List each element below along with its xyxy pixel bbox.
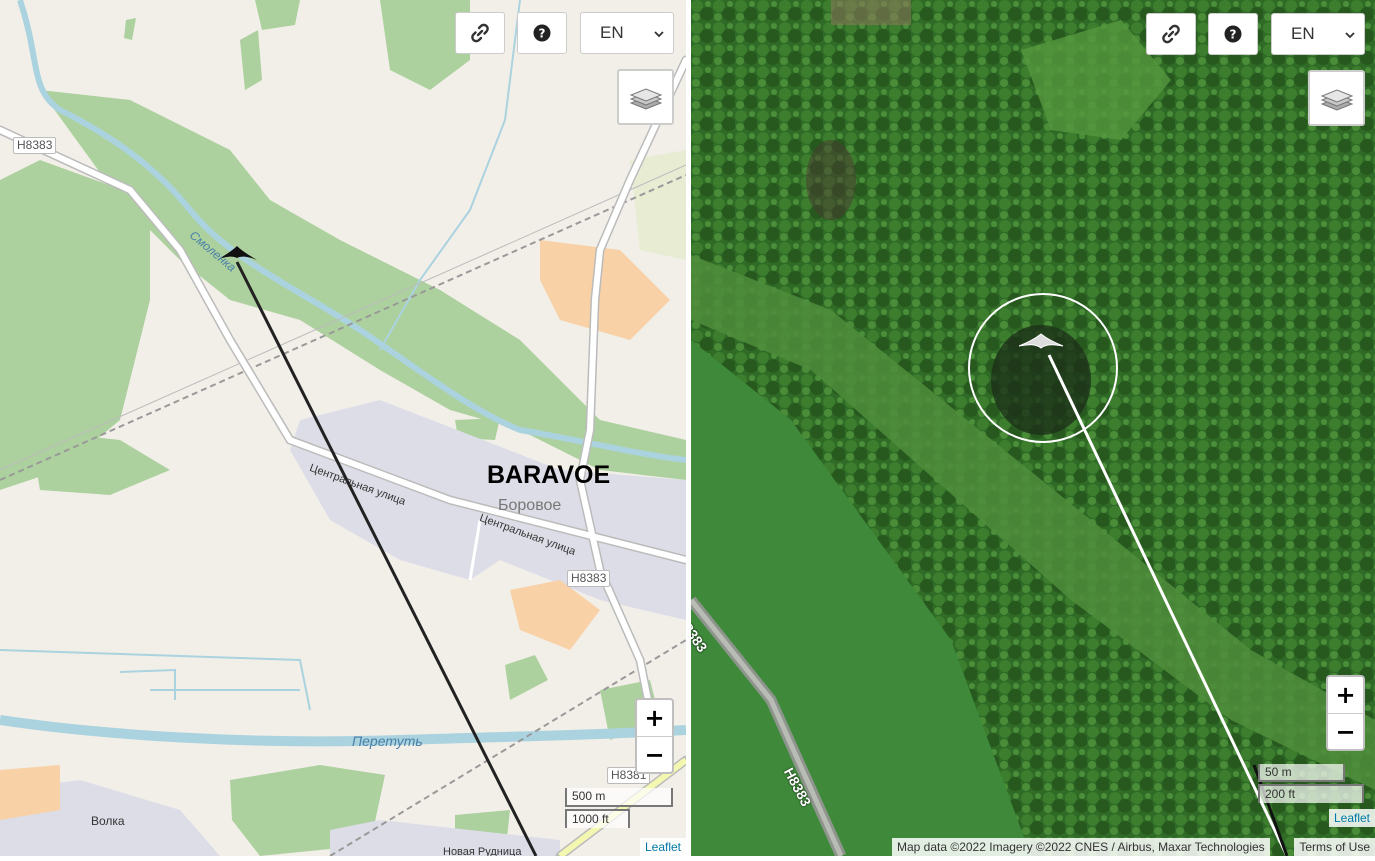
zoom-in-button[interactable]: + <box>637 700 672 737</box>
osm-map-canvas <box>0 0 686 856</box>
satellite-map-canvas <box>691 0 1375 856</box>
share-link-button[interactable] <box>1146 13 1196 55</box>
right-map[interactable]: Н8383 Н8383 ? EN + − 50 m 200 ft Leaflet… <box>691 0 1375 856</box>
layers-icon <box>629 88 662 110</box>
imagery-attribution: Map data ©2022 Imagery ©2022 CNES / Airb… <box>892 838 1270 856</box>
svg-text:?: ? <box>539 27 546 41</box>
place-label-english: BARAVOE <box>487 461 611 489</box>
river <box>0 715 686 747</box>
help-icon: ? <box>1224 25 1242 43</box>
scale-metric: 50 m <box>1258 764 1345 782</box>
leaflet-link[interactable]: Leaflet <box>1334 811 1370 825</box>
village-label: Волка <box>91 814 125 828</box>
road-badge: Н8383 <box>567 570 611 587</box>
terms-of-use-link[interactable]: Terms of Use <box>1299 840 1370 854</box>
attribution: Leaflet <box>1328 809 1375 827</box>
road-badge: Н8383 <box>13 137 57 154</box>
zoom-in-button[interactable]: + <box>1328 677 1363 714</box>
scale-imperial: 200 ft <box>1258 784 1364 803</box>
zoom-control: + − <box>635 698 674 774</box>
layers-button[interactable] <box>1308 70 1365 126</box>
link-icon <box>1162 24 1180 44</box>
svg-text:?: ? <box>1230 28 1237 42</box>
imagery-attribution-text: Map data ©2022 Imagery ©2022 CNES / Airb… <box>897 840 1265 854</box>
forest-area <box>30 430 170 495</box>
language-select[interactable]: EN <box>1271 13 1365 55</box>
leaflet-link[interactable]: Leaflet <box>645 840 681 854</box>
scale-metric: 500 m <box>565 788 673 807</box>
help-button[interactable]: ? <box>517 12 567 54</box>
zoom-control: + − <box>1326 675 1365 751</box>
terms-of-use: Terms of Use <box>1294 838 1375 856</box>
language-select[interactable]: EN <box>580 12 674 54</box>
language-value: EN <box>1291 24 1315 43</box>
zoom-out-button[interactable]: − <box>637 737 672 773</box>
layers-button[interactable] <box>617 69 674 125</box>
link-icon <box>471 23 489 43</box>
left-map[interactable]: Н8383 Н8383 Н8381 BARAVOE Боровое Центра… <box>0 0 686 856</box>
street-label: Новая Рудница <box>443 846 522 856</box>
share-link-button[interactable] <box>455 12 505 54</box>
chevron-down-icon <box>1345 32 1355 39</box>
river-label: Перетуть <box>352 733 423 749</box>
zoom-out-button[interactable]: − <box>1328 714 1363 750</box>
help-button[interactable]: ? <box>1208 13 1258 55</box>
scale-imperial: 1000 ft <box>565 809 630 828</box>
layers-icon <box>1320 89 1353 111</box>
help-icon: ? <box>533 24 551 42</box>
place-label-russian: Боровое <box>498 497 562 514</box>
attribution: Leaflet <box>639 838 686 856</box>
chevron-down-icon <box>654 31 664 38</box>
language-value: EN <box>600 23 624 42</box>
bottom-strip <box>0 856 1375 861</box>
industrial-area <box>540 240 670 340</box>
